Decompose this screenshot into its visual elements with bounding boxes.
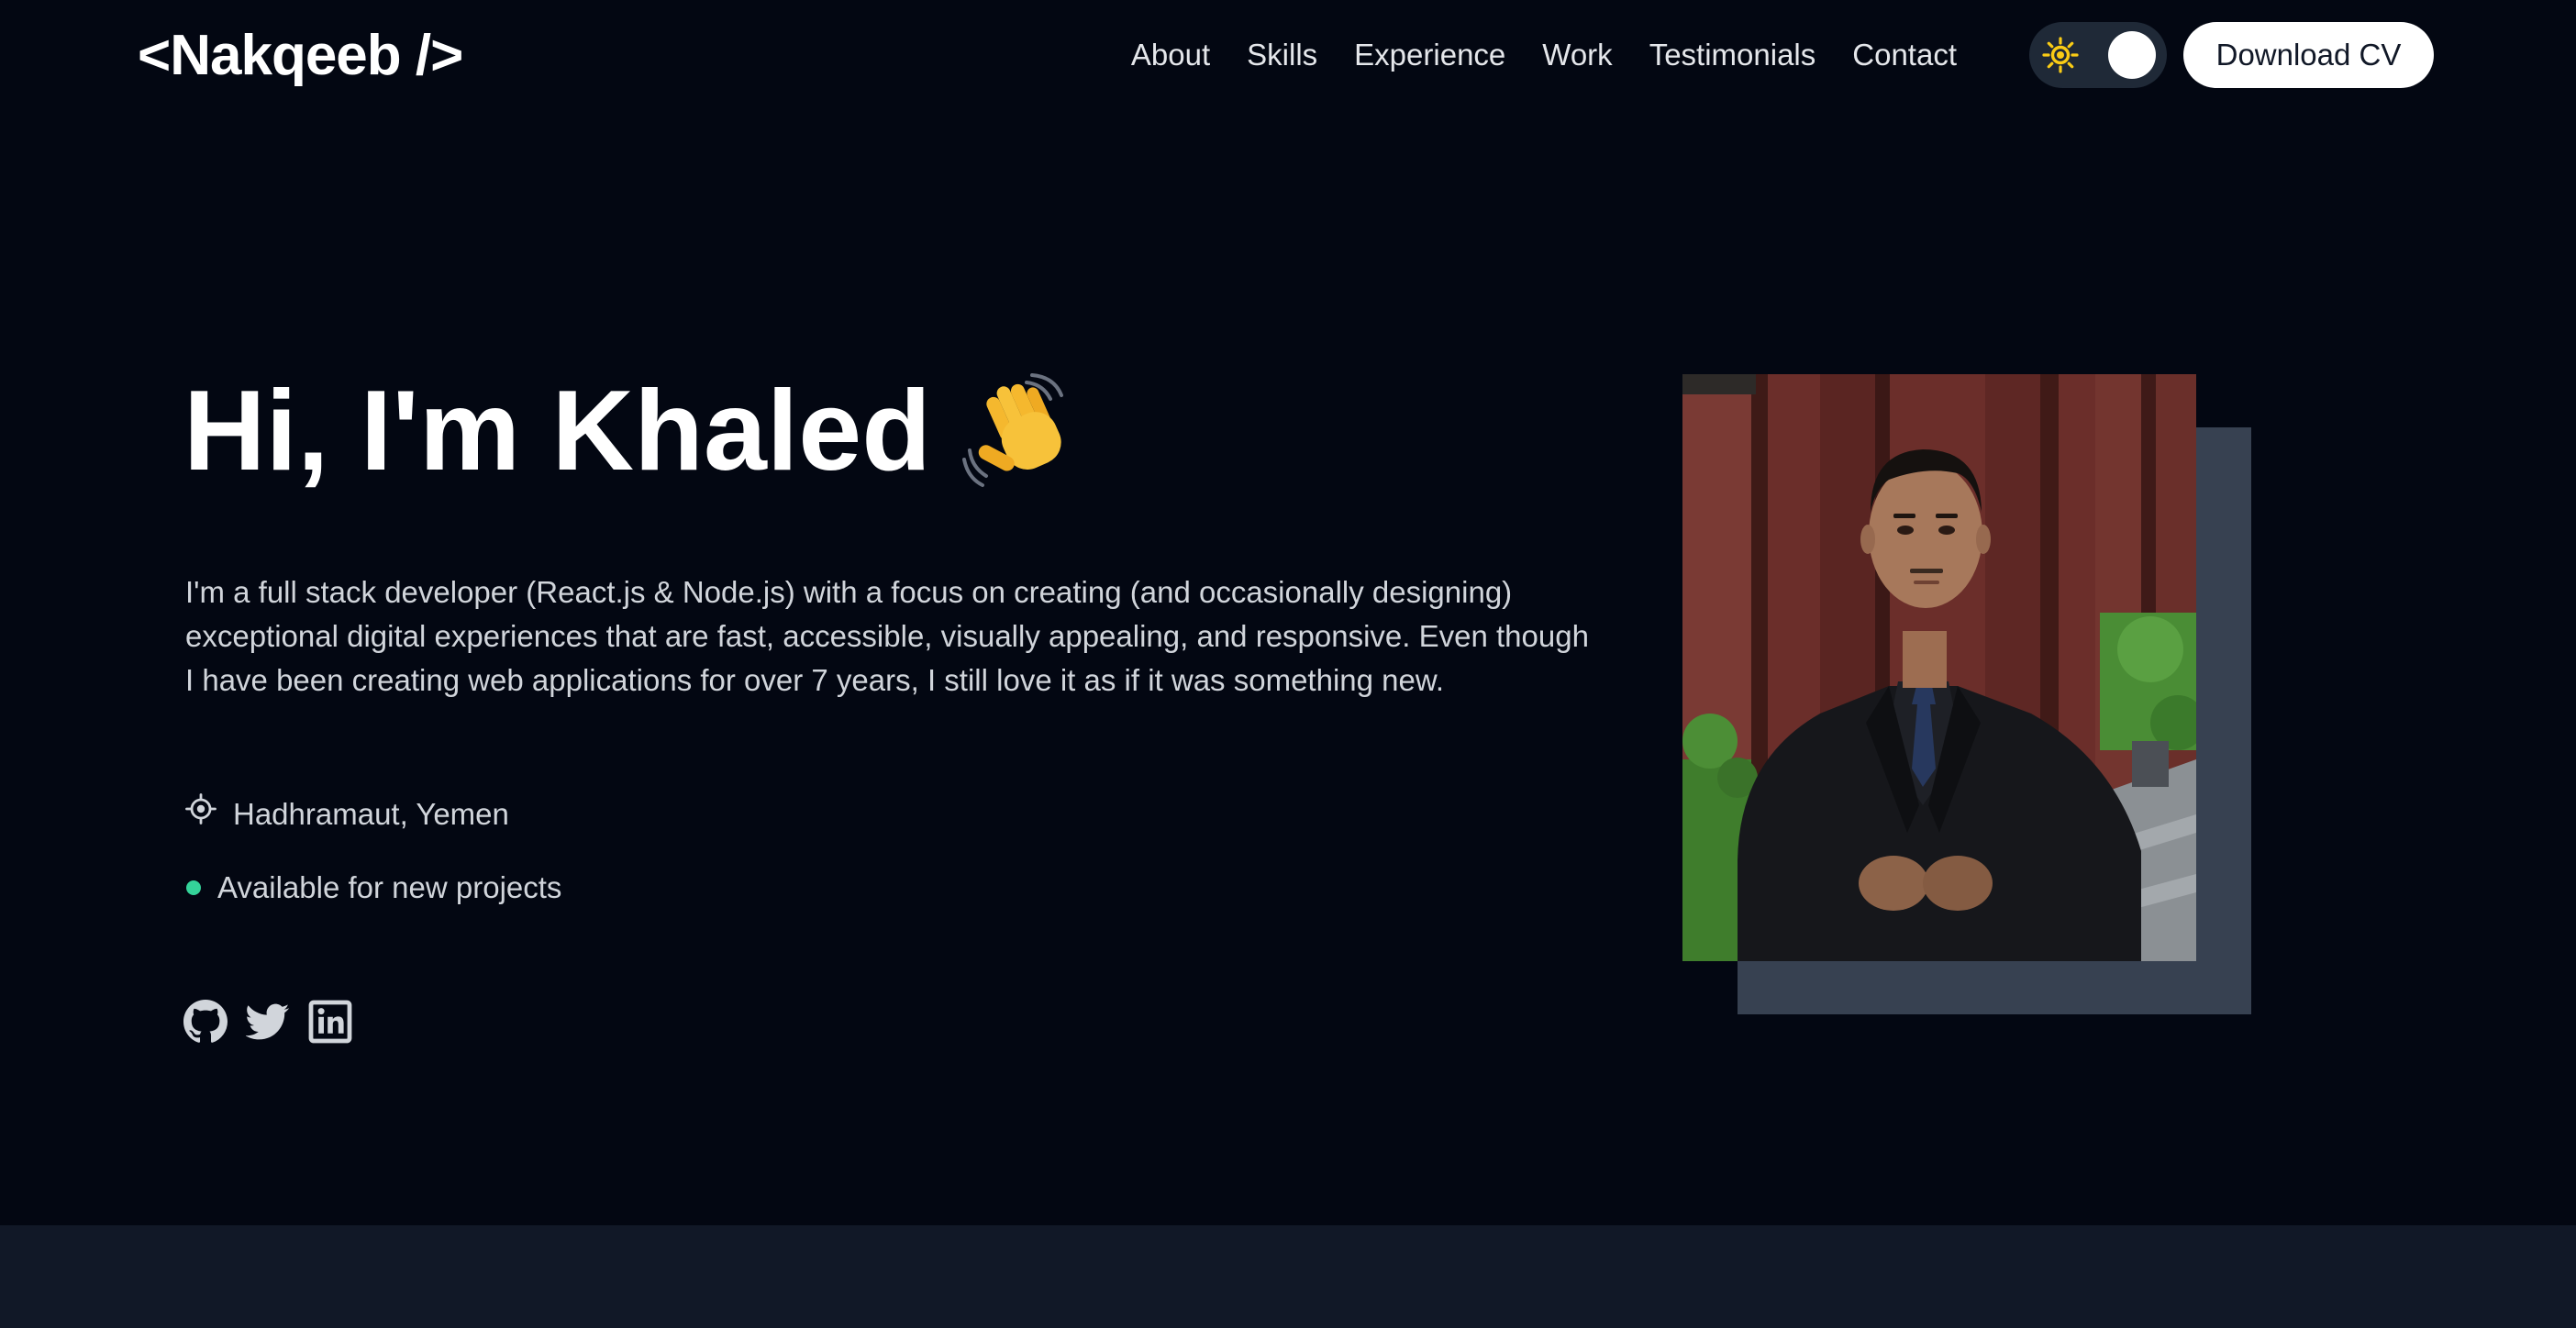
social-links — [183, 1000, 352, 1044]
waving-hand-icon — [961, 373, 1063, 487]
status-dot — [186, 880, 201, 895]
site-logo[interactable]: <Nakqeeb /> — [138, 24, 463, 88]
github-link[interactable] — [183, 1000, 228, 1044]
twitter-icon — [245, 1003, 290, 1040]
theme-toggle[interactable] — [2029, 22, 2167, 88]
status-text: Available for new projects — [217, 870, 562, 904]
nav-link-about[interactable]: About — [1131, 38, 1210, 72]
twitter-link[interactable] — [245, 1000, 290, 1044]
nav-link-contact[interactable]: Contact — [1852, 38, 1957, 72]
availability-status: Available for new projects — [185, 866, 561, 910]
location: Hadhramaut, Yemen — [185, 792, 509, 836]
hero-bio: I'm a full stack developer (React.js & N… — [185, 575, 1589, 697]
location-text: Hadhramaut, Yemen — [233, 797, 509, 831]
toggle-knob — [2108, 31, 2156, 79]
nav-list: About Skills Experience Work Testimonial… — [1094, 35, 1957, 75]
hero-title-text: Hi, I'm Khaled — [183, 368, 931, 494]
sun-icon — [2042, 37, 2079, 73]
nav-link-testimonials[interactable]: Testimonials — [1649, 38, 1816, 72]
next-section-band — [0, 1225, 2576, 1328]
profile-photo — [1682, 374, 2196, 961]
github-icon — [183, 1000, 228, 1043]
hero-title: Hi, I'm Khaled — [183, 367, 1082, 495]
download-cv-button[interactable]: Download CV — [2183, 22, 2434, 88]
nav-link-experience[interactable]: Experience — [1354, 38, 1505, 72]
location-icon — [185, 793, 217, 824]
linkedin-icon — [308, 1000, 352, 1044]
site-header: <Nakqeeb /> About Skills Experience Work… — [0, 0, 2576, 110]
nav-link-skills[interactable]: Skills — [1247, 38, 1317, 72]
linkedin-link[interactable] — [308, 1000, 352, 1044]
nav-link-work[interactable]: Work — [1542, 38, 1612, 72]
